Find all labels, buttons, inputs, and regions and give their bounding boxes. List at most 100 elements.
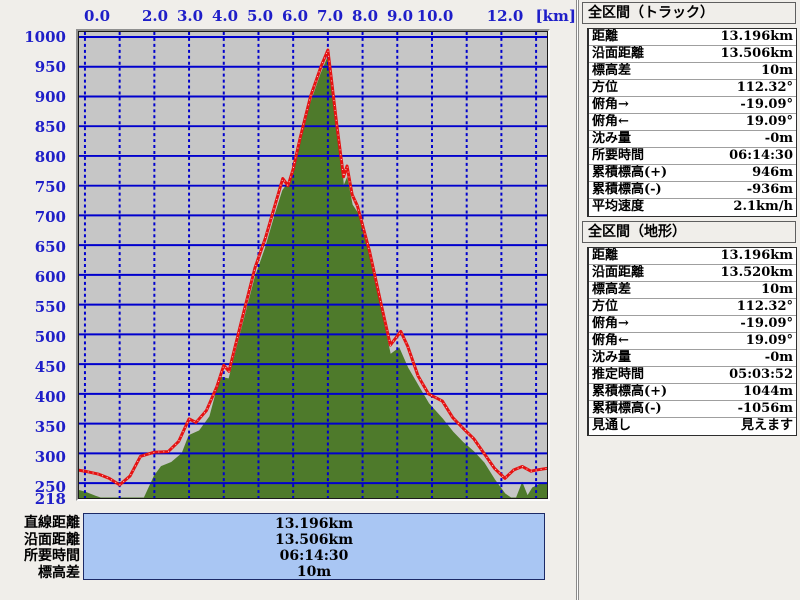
stat-row: 俯角→ -19.09° xyxy=(589,97,796,114)
stat-row: 平均速度 2.1km/h xyxy=(589,199,796,216)
y-axis-tick: 900 xyxy=(34,88,66,106)
stat-label: 累積標高(+) xyxy=(592,384,668,399)
y-axis-tick: 700 xyxy=(34,208,66,226)
stat-label: 俯角← xyxy=(592,333,629,348)
stats-table: 距離 13.196km 沿面距離 13.520km 標高差 10m 方位 112.32° 俯角→… xyxy=(587,247,797,436)
stat-row: 距離 13.196km xyxy=(589,29,796,46)
stat-row: 累積標高(+) 1044m xyxy=(589,384,796,401)
stat-value: 946m xyxy=(752,165,793,180)
elevation-plot[interactable] xyxy=(78,31,548,499)
summary-label: 標高差 xyxy=(38,564,80,581)
stat-label: 見通し xyxy=(592,418,632,433)
stat-row: 沈み量 -0m xyxy=(589,131,796,148)
y-axis-tick: 500 xyxy=(34,328,66,346)
stat-label: 俯角← xyxy=(592,114,629,129)
stat-row: 標高差 10m xyxy=(589,282,796,299)
x-axis-tick: 2.0 xyxy=(141,7,169,25)
stat-row: 俯角→ -19.09° xyxy=(589,316,796,333)
stat-value: 13.196km xyxy=(720,248,793,263)
y-axis-tick: 600 xyxy=(34,268,66,286)
y-axis-tick: 650 xyxy=(34,238,66,256)
stat-value: 112.32° xyxy=(736,299,793,314)
stat-label: 累積標高(+) xyxy=(592,165,668,180)
stat-value: 見えます xyxy=(740,418,793,433)
stat-row: 累積標高(-) -1056m xyxy=(589,401,796,418)
stat-row: 沈み量 -0m xyxy=(589,350,796,367)
stat-label: 距離 xyxy=(592,248,619,263)
x-axis-tick: 3.0 xyxy=(176,7,204,25)
stat-label: 俯角→ xyxy=(592,97,629,112)
x-axis-tick: 12.0 xyxy=(486,7,524,25)
summary-value: 06:14:30 xyxy=(279,548,349,564)
x-axis-tick: 10.0 xyxy=(416,7,454,25)
elevation-profile-window: 0.0 2.0 3.0 4.0 5.0 6.0 7.0 8.0 9.0 10.0 12.0 [km] … xyxy=(0,0,800,600)
y-axis-tick: 1000 xyxy=(24,28,66,46)
x-axis-tick: 6.0 xyxy=(281,7,309,25)
x-axis-tick: 4.0 xyxy=(211,7,239,25)
stat-label: 標高差 xyxy=(592,63,632,78)
y-axis-tick: 350 xyxy=(34,418,66,436)
stat-row: 推定時間 05:03:52 xyxy=(589,367,796,384)
stat-label: 標高差 xyxy=(592,282,632,297)
stat-row: 俯角← 19.09° xyxy=(589,114,796,131)
stat-label: 距離 xyxy=(592,29,619,44)
y-axis-tick: 400 xyxy=(34,388,66,406)
stat-label: 沈み量 xyxy=(592,131,632,146)
stat-label: 平均速度 xyxy=(592,199,645,214)
summary-box: 13.196km 13.506km 06:14:30 10m xyxy=(83,513,545,580)
stat-value: 19.09° xyxy=(745,114,793,129)
stat-value: 10m xyxy=(761,63,793,78)
terrain-area xyxy=(79,55,547,498)
stat-row: 俯角← 19.09° xyxy=(589,333,796,350)
stat-row: 方位 112.32° xyxy=(589,80,796,97)
stat-row: 所要時間 06:14:30 xyxy=(589,148,796,165)
stat-label: 方位 xyxy=(592,299,619,314)
stat-label: 沿面距離 xyxy=(592,265,645,280)
stat-label: 所要時間 xyxy=(592,148,645,163)
panel-title: 全区間（地形） xyxy=(582,221,796,243)
plot-bevel-frame xyxy=(76,29,550,501)
x-axis-tick: 8.0 xyxy=(351,7,379,25)
stat-row: 見通し 見えます xyxy=(589,418,796,435)
stat-value: 13.520km xyxy=(720,265,793,280)
stat-value: 2.1km/h xyxy=(733,199,793,214)
stat-row: 方位 112.32° xyxy=(589,299,796,316)
stat-value: -19.09° xyxy=(740,97,793,112)
summary-value: 13.506km xyxy=(274,532,354,548)
x-axis-tick: 0.0 xyxy=(83,7,111,25)
stat-label: 俯角→ xyxy=(592,316,629,331)
stat-value: -19.09° xyxy=(740,316,793,331)
y-axis-tick: 450 xyxy=(34,358,66,376)
stat-value: 13.506km xyxy=(720,46,793,61)
stat-value: 112.32° xyxy=(736,80,793,95)
stat-label: 沈み量 xyxy=(592,350,632,365)
stat-row: 沿面距離 13.506km xyxy=(589,46,796,63)
y-axis-tick: 750 xyxy=(34,178,66,196)
stat-row: 標高差 10m xyxy=(589,63,796,80)
stat-value: -1056m xyxy=(737,401,793,416)
y-axis-tick: 218 xyxy=(34,490,66,509)
summary-label: 直線距離 xyxy=(24,515,80,531)
stat-value: 19.09° xyxy=(745,333,793,348)
stat-value: -0m xyxy=(764,131,793,146)
stat-row: 沿面距離 13.520km xyxy=(589,265,796,282)
stat-value: 10m xyxy=(761,282,793,297)
summary-value: 13.196km xyxy=(274,516,354,532)
stat-value: 1044m xyxy=(743,384,793,399)
y-axis-tick: 850 xyxy=(34,118,66,136)
y-axis-tick: 950 xyxy=(34,58,66,76)
stat-label: 沿面距離 xyxy=(592,46,645,61)
summary-label: 所要時間 xyxy=(24,548,80,564)
panel-divider[interactable] xyxy=(576,0,579,600)
y-axis-tick: 300 xyxy=(34,448,66,466)
stat-row: 累積標高(-) -936m xyxy=(589,182,796,199)
stat-row: 距離 13.196km xyxy=(589,248,796,265)
y-axis-tick: 800 xyxy=(34,148,66,166)
summary-label: 沿面距離 xyxy=(24,531,80,548)
stat-value: 05:03:52 xyxy=(729,367,793,382)
x-axis-tick: 5.0 xyxy=(246,7,274,25)
stat-label: 方位 xyxy=(592,80,619,95)
x-axis-tick: 7.0 xyxy=(316,7,344,25)
x-axis-tick: 9.0 xyxy=(386,7,414,25)
stat-label: 累積標高(-) xyxy=(592,401,662,416)
